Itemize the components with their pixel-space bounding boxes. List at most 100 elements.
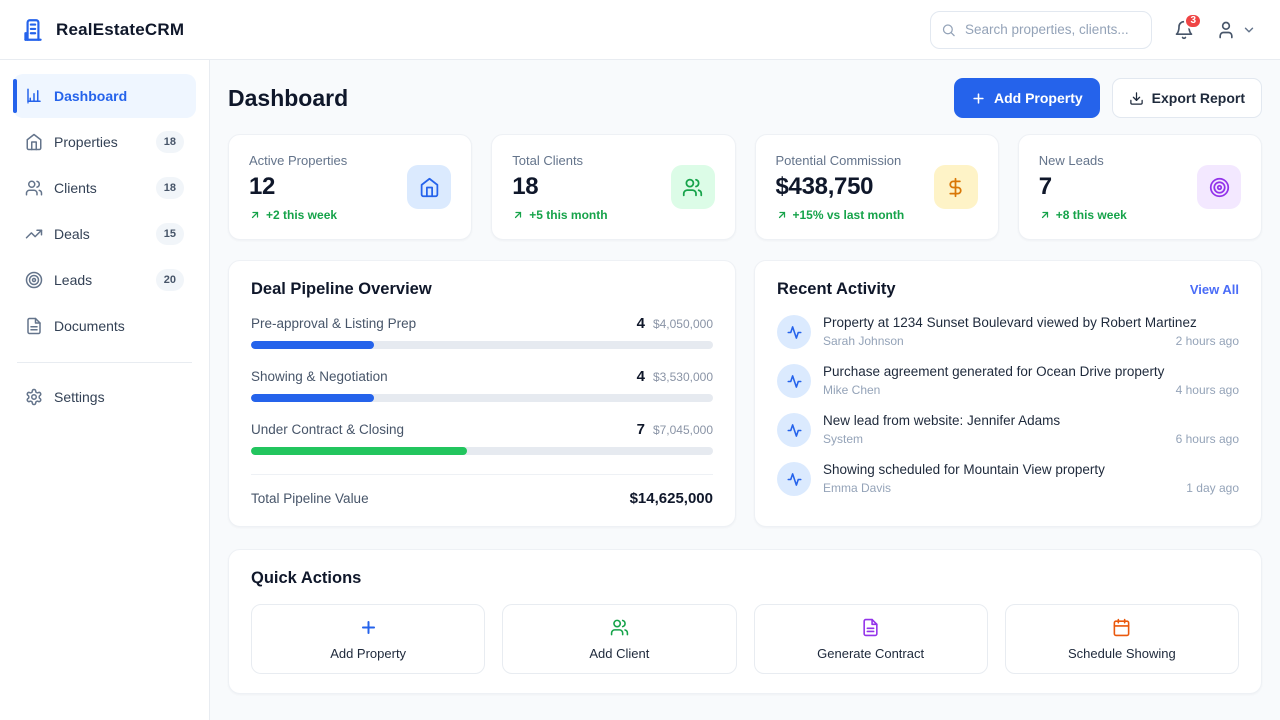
stat-label: New Leads bbox=[1039, 153, 1127, 168]
search-input[interactable] bbox=[930, 11, 1152, 49]
activity-icon bbox=[787, 374, 802, 389]
sidebar-item-label: Documents bbox=[54, 318, 184, 334]
stats-row: Active Properties 12 +2 this week Total … bbox=[228, 134, 1262, 240]
sidebar-item-settings[interactable]: Settings bbox=[13, 375, 196, 419]
gear-icon bbox=[25, 388, 43, 406]
stat-value: $438,750 bbox=[776, 173, 905, 201]
arrow-up-right-icon bbox=[1039, 209, 1051, 221]
quick-schedule-showing-button[interactable]: Schedule Showing bbox=[1005, 604, 1239, 674]
activity-icon bbox=[787, 325, 802, 340]
stage-value: $7,045,000 bbox=[653, 423, 713, 437]
top-bar: RealEstateCRM 3 bbox=[0, 0, 1280, 60]
app-root: RealEstateCRM 3 Dashboard bbox=[0, 0, 1280, 720]
notifications-button[interactable]: 3 bbox=[1174, 20, 1194, 40]
activity-icon bbox=[787, 423, 802, 438]
users-icon bbox=[25, 179, 43, 197]
avatar bbox=[777, 413, 811, 447]
activity-text: Showing scheduled for Mountain View prop… bbox=[823, 462, 1239, 477]
stage-label: Pre-approval & Listing Prep bbox=[251, 316, 416, 331]
add-property-button[interactable]: Add Property bbox=[954, 78, 1100, 118]
view-all-link[interactable]: View All bbox=[1190, 282, 1239, 297]
activity-author: Emma Davis bbox=[823, 481, 891, 495]
home-icon bbox=[25, 133, 43, 151]
quick-actions-panel: Quick Actions Add Property Add Client Ge… bbox=[228, 549, 1262, 694]
stage-value: $4,050,000 bbox=[653, 317, 713, 331]
stat-value: 12 bbox=[249, 173, 347, 201]
progress-track bbox=[251, 341, 713, 349]
chevron-down-icon bbox=[1242, 23, 1256, 37]
sidebar-item-deals[interactable]: Deals 15 bbox=[13, 212, 196, 256]
arrow-up-right-icon bbox=[776, 209, 788, 221]
stat-trend: +5 this month bbox=[512, 208, 607, 222]
notification-badge: 3 bbox=[1184, 13, 1202, 29]
activity-item[interactable]: Showing scheduled for Mountain View prop… bbox=[777, 462, 1239, 496]
sidebar-item-documents[interactable]: Documents bbox=[13, 304, 196, 348]
activity-text: Purchase agreement generated for Ocean D… bbox=[823, 364, 1239, 379]
stat-trend: +2 this week bbox=[249, 208, 347, 222]
avatar bbox=[777, 364, 811, 398]
sidebar-badge: 18 bbox=[156, 131, 184, 153]
home-icon bbox=[407, 165, 451, 209]
sidebar-item-label: Dashboard bbox=[54, 88, 184, 104]
sidebar-item-properties[interactable]: Properties 18 bbox=[13, 120, 196, 164]
pipeline-title: Deal Pipeline Overview bbox=[251, 280, 432, 299]
quick-generate-contract-button[interactable]: Generate Contract bbox=[754, 604, 988, 674]
stat-card-potential-commission: Potential Commission $438,750 +15% vs la… bbox=[755, 134, 999, 240]
topbar-right: 3 bbox=[930, 11, 1256, 49]
sidebar-item-label: Clients bbox=[54, 180, 145, 196]
quick-actions-grid: Add Property Add Client Generate Contrac… bbox=[251, 604, 1239, 674]
sidebar: Dashboard Properties 18 Clients 18 Deals… bbox=[0, 60, 210, 720]
activity-time: 2 hours ago bbox=[1176, 334, 1239, 348]
sidebar-badge: 18 bbox=[156, 177, 184, 199]
sidebar-item-leads[interactable]: Leads 20 bbox=[13, 258, 196, 302]
sidebar-item-clients[interactable]: Clients 18 bbox=[13, 166, 196, 210]
sidebar-item-label: Deals bbox=[54, 226, 145, 242]
file-text-icon bbox=[861, 618, 880, 637]
stat-trend: +8 this week bbox=[1039, 208, 1127, 222]
plus-icon bbox=[359, 618, 378, 637]
sidebar-badge: 15 bbox=[156, 223, 184, 245]
total-value: $14,625,000 bbox=[630, 490, 713, 507]
sidebar-item-label: Leads bbox=[54, 272, 145, 288]
users-icon bbox=[610, 618, 629, 637]
main-content: Dashboard Add Property Export Report bbox=[210, 60, 1280, 720]
quick-add-property-button[interactable]: Add Property bbox=[251, 604, 485, 674]
stat-trend: +15% vs last month bbox=[776, 208, 905, 222]
stage-count: 4 bbox=[637, 368, 645, 385]
activity-time: 4 hours ago bbox=[1176, 383, 1239, 397]
avatar bbox=[777, 315, 811, 349]
pipeline-stage: Under Contract & Closing 7 $7,045,000 bbox=[251, 421, 713, 455]
activity-item[interactable]: Property at 1234 Sunset Boulevard viewed… bbox=[777, 315, 1239, 349]
user-icon bbox=[1216, 20, 1236, 40]
app-title: RealEstateCRM bbox=[56, 20, 184, 40]
user-menu[interactable] bbox=[1216, 20, 1256, 40]
stage-label: Showing & Negotiation bbox=[251, 369, 388, 384]
stat-value: 18 bbox=[512, 173, 607, 201]
target-icon bbox=[1197, 165, 1241, 209]
arrow-up-right-icon bbox=[249, 209, 261, 221]
pipeline-stage: Pre-approval & Listing Prep 4 $4,050,000 bbox=[251, 315, 713, 349]
sidebar-divider bbox=[17, 362, 192, 363]
bar-chart-icon bbox=[25, 87, 43, 105]
sidebar-item-dashboard[interactable]: Dashboard bbox=[13, 74, 196, 118]
avatar bbox=[777, 462, 811, 496]
activity-item[interactable]: New lead from website: Jennifer Adams Sy… bbox=[777, 413, 1239, 447]
progress-track bbox=[251, 447, 713, 455]
page-title: Dashboard bbox=[228, 85, 348, 112]
brand: RealEstateCRM bbox=[20, 17, 184, 43]
search-box bbox=[930, 11, 1152, 49]
sidebar-item-label: Properties bbox=[54, 134, 145, 150]
file-text-icon bbox=[25, 317, 43, 335]
activity-text: New lead from website: Jennifer Adams bbox=[823, 413, 1239, 428]
quick-add-client-button[interactable]: Add Client bbox=[502, 604, 736, 674]
shell: Dashboard Properties 18 Clients 18 Deals… bbox=[0, 60, 1280, 720]
sidebar-badge: 20 bbox=[156, 269, 184, 291]
activity-item[interactable]: Purchase agreement generated for Ocean D… bbox=[777, 364, 1239, 398]
activity-time: 1 day ago bbox=[1186, 481, 1239, 495]
stage-label: Under Contract & Closing bbox=[251, 422, 404, 437]
export-report-button[interactable]: Export Report bbox=[1112, 78, 1262, 118]
stat-card-active-properties: Active Properties 12 +2 this week bbox=[228, 134, 472, 240]
activity-time: 6 hours ago bbox=[1176, 432, 1239, 446]
activity-text: Property at 1234 Sunset Boulevard viewed… bbox=[823, 315, 1239, 330]
arrow-up-right-icon bbox=[512, 209, 524, 221]
